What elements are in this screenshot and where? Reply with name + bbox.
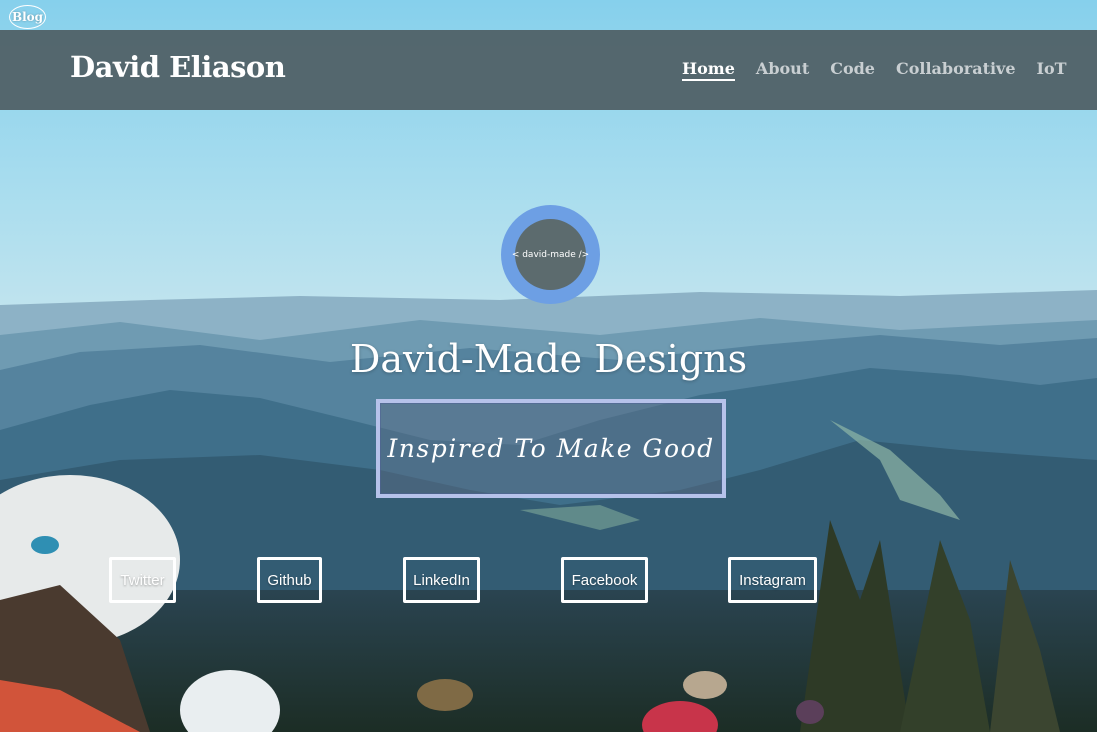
nav-item-code[interactable]: Code xyxy=(830,59,875,81)
github-button[interactable]: Github xyxy=(257,557,322,603)
linkedin-button[interactable]: LinkedIn xyxy=(403,557,480,603)
hero-title: David-Made Designs xyxy=(349,337,748,381)
blog-link[interactable]: Blog xyxy=(9,5,46,29)
logo-text: < david-made /> xyxy=(512,219,589,290)
nav-item-iot[interactable]: IoT xyxy=(1037,59,1067,81)
nav-item-collaborative[interactable]: Collaborative xyxy=(896,59,1016,81)
instagram-button[interactable]: Instagram xyxy=(728,557,817,603)
tagline-text: Inspired To Make Good xyxy=(387,434,715,463)
main-nav: Home About Code Collaborative IoT xyxy=(682,59,1067,81)
site-brand[interactable]: David Eliason xyxy=(70,50,286,84)
nav-item-home[interactable]: Home xyxy=(682,59,735,81)
site-logo: < david-made /> xyxy=(501,205,600,304)
twitter-button[interactable]: Twitter xyxy=(109,557,176,603)
nav-item-about[interactable]: About xyxy=(756,59,809,81)
top-navbar: David Eliason Home About Code Collaborat… xyxy=(0,30,1097,110)
facebook-button[interactable]: Facebook xyxy=(561,557,648,603)
tagline-box: Inspired To Make Good xyxy=(376,399,726,498)
